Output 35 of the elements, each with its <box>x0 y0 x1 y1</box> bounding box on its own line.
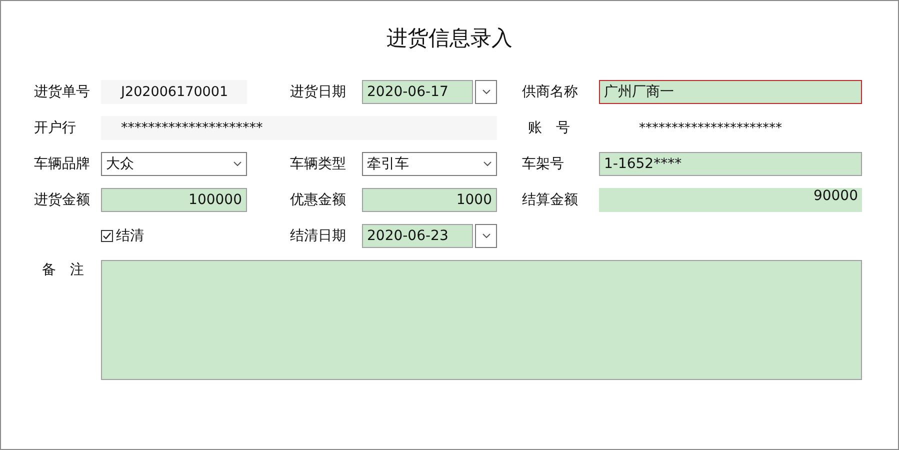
field-label: 进货金额 <box>34 191 90 210</box>
field-label: 开户行 <box>34 119 76 138</box>
field-label: 优惠金额 <box>290 191 346 210</box>
field-label: 进货单号 <box>34 83 90 102</box>
date-dropdown-button[interactable] <box>475 224 497 248</box>
readonly-field: ********************* <box>101 116 497 140</box>
form-title: 进货信息录入 <box>386 25 512 52</box>
input-field[interactable]: 100000 <box>101 188 247 212</box>
dropdown[interactable]: 大众 <box>101 152 247 176</box>
field-label: 供商名称 <box>522 83 578 102</box>
field-label: 车架号 <box>522 155 564 174</box>
caret-icon <box>482 89 490 95</box>
checkbox[interactable]: 结清 <box>101 227 247 245</box>
dropdown[interactable]: 牵引车 <box>362 152 497 176</box>
date-dropdown-button[interactable] <box>475 80 497 104</box>
caret-icon <box>483 161 492 167</box>
input-field[interactable]: 1-1652**** <box>599 152 862 176</box>
notes-field[interactable] <box>101 260 862 380</box>
caret-icon <box>482 233 490 239</box>
checkmark-icon <box>102 231 112 241</box>
readonly-field: ********************** <box>599 116 862 140</box>
field-label: 车辆品牌 <box>34 155 90 174</box>
field-label: 账 号 <box>527 119 570 138</box>
field-label: 进货日期 <box>290 83 346 102</box>
field-label: 结清日期 <box>290 227 346 246</box>
field-label: 结算金额 <box>522 191 578 210</box>
input-field[interactable]: 90000 <box>599 188 862 212</box>
caret-icon <box>233 161 242 167</box>
date-field[interactable]: 2020-06-17 <box>362 80 473 104</box>
readonly-field: J202006170001 <box>101 80 247 104</box>
input-field[interactable]: 广州厂商一 <box>599 80 862 104</box>
field-label: 备 注 <box>41 261 84 280</box>
date-field[interactable]: 2020-06-23 <box>362 224 473 248</box>
field-label: 车辆类型 <box>290 155 346 174</box>
input-field[interactable]: 1000 <box>362 188 497 212</box>
